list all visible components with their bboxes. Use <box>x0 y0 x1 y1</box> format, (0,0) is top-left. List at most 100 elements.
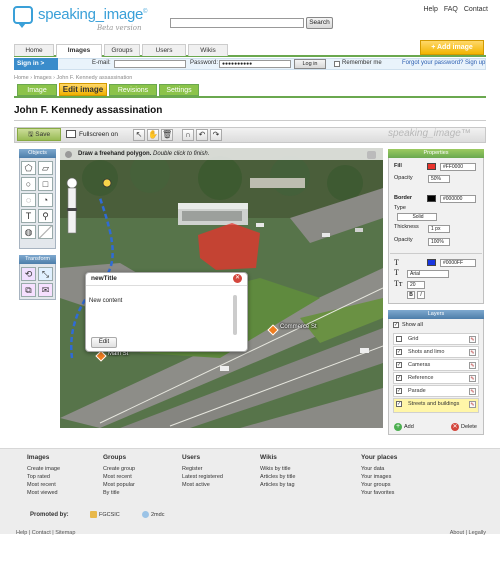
help-link[interactable]: Help <box>423 6 437 13</box>
edit-layer-icon[interactable]: ✎ <box>469 362 476 369</box>
marker-icon[interactable]: ⚲ <box>38 209 53 223</box>
edit-layer-icon[interactable]: ✎ <box>469 375 476 382</box>
nav-tab-home[interactable]: Home <box>14 44 54 56</box>
border-opacity-select[interactable]: 100% <box>428 238 450 246</box>
layer-row-streets[interactable]: ✓ Streets and buildings ✎ <box>393 398 479 413</box>
font-size-select[interactable]: 20 <box>407 281 425 289</box>
footer-link[interactable]: Most viewed <box>27 490 58 496</box>
signup-link[interactable]: Sign up <box>465 60 485 66</box>
pin-icon[interactable]: ◍ <box>21 225 36 239</box>
bold-button[interactable]: B <box>407 291 415 299</box>
subtab-edit-image[interactable]: Edit image <box>59 83 107 96</box>
rotate-icon[interactable]: ⟲ <box>21 267 36 281</box>
sponsor-fgcsic[interactable]: FGCSIC <box>99 512 120 518</box>
add-layer-label[interactable]: Add <box>404 424 414 430</box>
layer-checkbox[interactable]: ✓ <box>396 375 402 381</box>
bottom-links-right[interactable]: About | Legally <box>450 530 486 536</box>
footer-link[interactable]: Your data <box>361 466 384 472</box>
shape-icon[interactable]: ◔ <box>38 193 53 207</box>
map-collapse-icon[interactable] <box>367 151 376 159</box>
edit-layer-icon[interactable]: ✎ <box>469 349 476 356</box>
faq-link[interactable]: FAQ <box>444 6 458 13</box>
italic-button[interactable]: I <box>417 291 425 299</box>
edit-layer-icon[interactable]: ✎ <box>469 336 476 343</box>
footer-link[interactable]: Most recent <box>103 474 132 480</box>
fgcsic-logo-icon[interactable] <box>90 511 97 518</box>
footer-link[interactable]: Most recent <box>27 482 56 488</box>
trash-icon[interactable]: 🗑 <box>161 129 173 141</box>
footer-link[interactable]: Most active <box>182 482 210 488</box>
thickness-select[interactable]: 1 px <box>428 225 450 233</box>
footer-link[interactable]: Your groups <box>361 482 390 488</box>
nav-tab-users[interactable]: Users <box>142 44 186 56</box>
sponsor-2mdc[interactable]: 2mdc <box>151 512 164 518</box>
email-field[interactable] <box>114 60 186 68</box>
popup-edit-button[interactable]: Edit <box>91 337 117 348</box>
signin-label[interactable]: Sign in > <box>14 58 58 70</box>
login-button[interactable]: Log in <box>294 59 326 69</box>
footer-link[interactable]: Create group <box>103 466 135 472</box>
bottom-links-left[interactable]: Help | Contact | Sitemap <box>16 530 75 536</box>
breadcrumb[interactable]: Home › Images › John F. Kennedy assassin… <box>14 75 132 81</box>
undo-icon[interactable]: ↶ <box>196 129 208 141</box>
select-arrow-icon[interactable]: ↖ <box>133 129 145 141</box>
fill-color-field[interactable]: #FF0000 <box>440 163 476 171</box>
text-color-field[interactable]: #0000FF <box>440 259 476 267</box>
layer-row-shots[interactable]: ✓ Shots and limo ✎ <box>393 346 479 358</box>
comment-icon[interactable]: ✉ <box>38 283 53 297</box>
footer-link[interactable]: Most popular <box>103 482 135 488</box>
search-input[interactable] <box>170 18 304 28</box>
layer-checkbox[interactable]: ✓ <box>396 349 402 355</box>
nav-tab-groups[interactable]: Groups <box>104 44 140 56</box>
layer-checkbox[interactable]: ✓ <box>396 362 402 368</box>
magnet-icon[interactable]: ∩ <box>182 129 194 141</box>
layer-row-grid[interactable]: Grid ✎ <box>393 333 479 345</box>
add-image-button[interactable]: + Add image <box>420 40 484 55</box>
search-button[interactable]: Search <box>306 17 333 29</box>
subtab-settings[interactable]: Settings <box>159 84 199 96</box>
footer-link[interactable]: Register <box>182 466 202 472</box>
edit-layer-icon[interactable]: ✎ <box>469 401 476 408</box>
show-all-checkbox[interactable]: ✓ <box>393 322 399 328</box>
nav-tab-wikis[interactable]: Wikis <box>188 44 228 56</box>
popup-close-icon[interactable]: ✕ <box>233 274 242 283</box>
2mdc-logo-icon[interactable] <box>142 511 149 518</box>
fullscreen-button[interactable]: Fullscreen on <box>66 129 124 141</box>
footer-link[interactable]: Latest registered <box>182 474 223 480</box>
redo-icon[interactable]: ↷ <box>210 129 222 141</box>
layer-checkbox[interactable]: ✓ <box>396 388 402 394</box>
add-layer-icon[interactable]: + <box>394 423 402 431</box>
ellipse-icon[interactable]: ◌ <box>21 193 36 207</box>
layer-row-parade[interactable]: ✓ Parade ✎ <box>393 385 479 397</box>
logo[interactable]: speaking_image© <box>38 6 147 23</box>
layer-checkbox[interactable] <box>396 336 402 342</box>
footer-link[interactable]: Top rated <box>27 474 50 480</box>
footer-link[interactable]: Articles by title <box>260 474 295 480</box>
forgot-password-link[interactable]: Forgot your password? <box>402 60 463 66</box>
footer-link[interactable]: By title <box>103 490 120 496</box>
footer-link[interactable]: Articles by tag <box>260 482 295 488</box>
border-type-select[interactable]: Solid <box>397 213 437 221</box>
footer-link[interactable]: Your favorites <box>361 490 394 496</box>
subtab-image[interactable]: Image <box>17 84 57 96</box>
circle-icon[interactable]: ○ <box>21 177 36 191</box>
border-color-swatch[interactable] <box>427 195 436 202</box>
footer-link[interactable]: Wikis by title <box>260 466 291 472</box>
freehand-polygon-icon[interactable]: ⬠ <box>21 161 36 175</box>
footer-link[interactable]: Create image <box>27 466 60 472</box>
layer-checkbox[interactable]: ✓ <box>396 401 402 407</box>
border-color-field[interactable]: #000000 <box>440 195 476 203</box>
remember-checkbox[interactable] <box>334 61 340 67</box>
footer-link[interactable]: Your images <box>361 474 391 480</box>
layer-row-cameras[interactable]: ✓ Cameras ✎ <box>393 359 479 371</box>
fill-opacity-select[interactable]: 50% <box>428 175 450 183</box>
text-color-swatch[interactable] <box>427 259 436 266</box>
delete-layer-label[interactable]: Delete <box>461 424 477 430</box>
password-field[interactable]: ●●●●●●●●●● <box>219 60 291 68</box>
layer-row-reference[interactable]: ✓ Reference ✎ <box>393 372 479 384</box>
edit-layer-icon[interactable]: ✎ <box>469 388 476 395</box>
delete-layer-icon[interactable]: ✕ <box>451 423 459 431</box>
line-icon[interactable] <box>38 225 53 239</box>
nav-tab-images[interactable]: Images <box>56 44 102 57</box>
subtab-revisions[interactable]: Revisions <box>109 84 157 96</box>
